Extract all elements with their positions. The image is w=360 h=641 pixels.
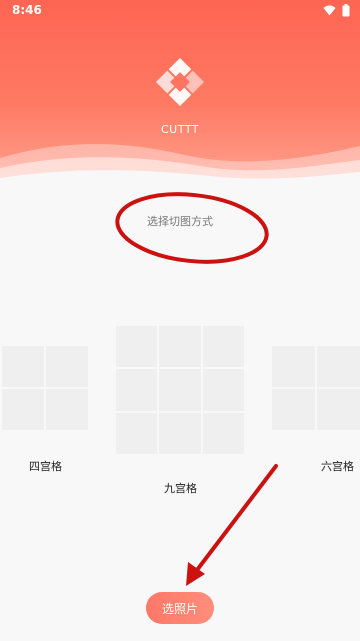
grid-cell [159, 326, 201, 368]
annotation-arrow [192, 464, 278, 576]
grid-cell [116, 369, 158, 411]
six-grid-option[interactable] [272, 346, 360, 430]
status-icons [323, 4, 350, 17]
grid-cell [272, 346, 315, 387]
nine-grid-option[interactable] [116, 326, 244, 454]
grid-cell [2, 389, 44, 430]
wifi-icon [323, 5, 336, 16]
grid-cell [317, 346, 360, 387]
grid-cell [116, 412, 158, 454]
wave-decoration [0, 143, 360, 190]
grid-cell [46, 389, 88, 430]
grid-cell [159, 369, 201, 411]
pick-photo-button[interactable]: 选照片 [146, 592, 214, 624]
app-title: CUTTT [160, 123, 199, 136]
header-banner: 8:46 CUTTT [0, 0, 360, 190]
cube-logo-icon [155, 57, 205, 107]
grid-cell [2, 346, 44, 387]
grid-cell [202, 412, 244, 454]
status-time: 8:46 [12, 3, 42, 17]
grid-cell [202, 326, 244, 368]
six-grid-label[interactable]: 六宫格 [321, 458, 354, 474]
four-grid-option[interactable] [2, 346, 88, 430]
status-bar: 8:46 [0, 0, 360, 24]
annotation-arrowhead [186, 562, 205, 586]
four-grid-label[interactable]: 四宫格 [29, 458, 62, 474]
grid-cell [159, 412, 201, 454]
nine-grid-label[interactable]: 九宫格 [164, 480, 197, 496]
grid-cell [46, 346, 88, 387]
grid-cell [202, 369, 244, 411]
grid-cell [116, 326, 158, 368]
battery-icon [342, 4, 350, 17]
cut-mode-prompt: 选择切图方式 [147, 215, 213, 228]
grid-cell [317, 389, 360, 430]
grid-cell [272, 389, 315, 430]
